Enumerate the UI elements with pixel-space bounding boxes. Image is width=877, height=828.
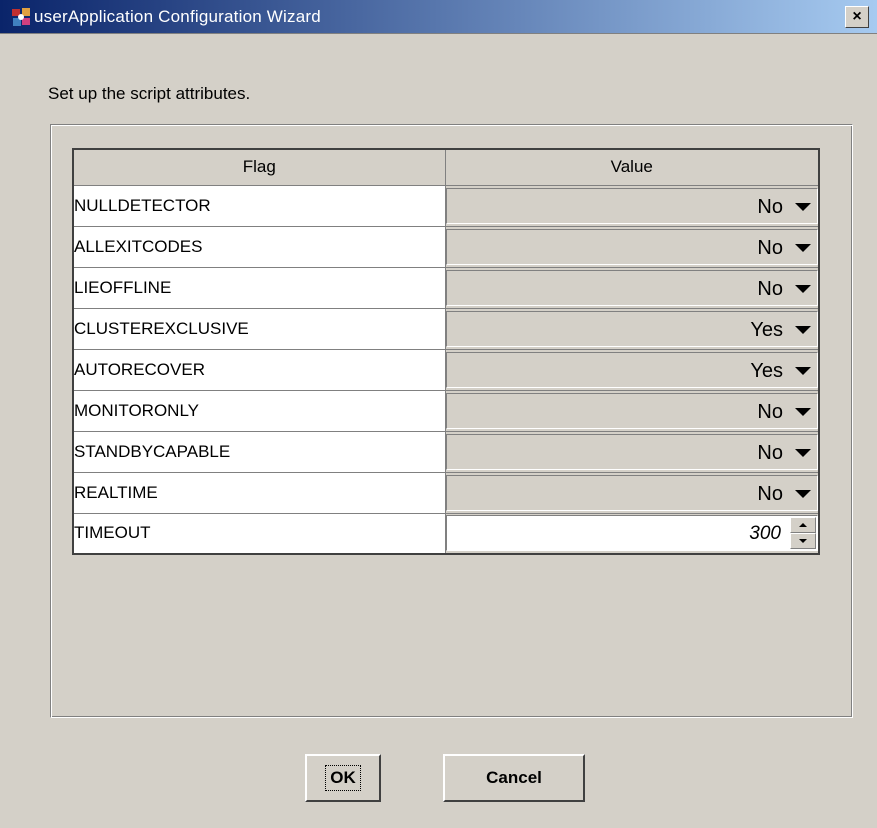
spin-down-icon[interactable] xyxy=(790,533,816,550)
value-cell: No xyxy=(444,471,820,514)
ok-button-label: OK xyxy=(325,765,361,791)
chevron-down-icon[interactable] xyxy=(795,407,811,416)
table-row: LIEOFFLINE No xyxy=(72,266,820,309)
title-bar[interactable]: userApplication Configuration Wizard × xyxy=(0,0,877,34)
value-cell: 300 xyxy=(444,512,820,555)
application-icon xyxy=(12,8,30,26)
dropdown-value: No xyxy=(757,441,783,464)
timeout-spinner[interactable]: 300 xyxy=(445,515,818,552)
dropdown-value: No xyxy=(757,195,783,218)
flag-cell[interactable]: MONITORONLY xyxy=(72,389,446,432)
flag-cell[interactable]: ALLEXITCODES xyxy=(72,225,446,268)
value-cell: No xyxy=(444,225,820,268)
dropdown-value: No xyxy=(757,400,783,423)
chevron-down-icon[interactable] xyxy=(795,325,811,334)
table-row: MONITORONLY No xyxy=(72,389,820,432)
value-dropdown[interactable]: No xyxy=(445,433,818,470)
value-dropdown[interactable]: Yes xyxy=(445,351,818,388)
chevron-down-icon[interactable] xyxy=(795,448,811,457)
value-dropdown[interactable]: No xyxy=(445,187,818,224)
value-dropdown[interactable]: No xyxy=(445,269,818,306)
dropdown-value: No xyxy=(757,236,783,259)
ok-button[interactable]: OK xyxy=(305,754,381,802)
value-cell: No xyxy=(444,430,820,473)
dropdown-value: No xyxy=(757,277,783,300)
window-title: userApplication Configuration Wizard xyxy=(34,7,321,26)
flag-cell[interactable]: AUTORECOVER xyxy=(72,348,446,391)
flag-cell[interactable]: LIEOFFLINE xyxy=(72,266,446,309)
column-header-value[interactable]: Value xyxy=(444,148,820,186)
value-cell: No xyxy=(444,389,820,432)
value-dropdown[interactable]: No xyxy=(445,392,818,429)
chevron-down-icon[interactable] xyxy=(795,489,811,498)
flag-cell[interactable]: STANDBYCAPABLE xyxy=(72,430,446,473)
value-cell: No xyxy=(444,266,820,309)
column-header-flag[interactable]: Flag xyxy=(72,148,446,186)
table-row: STANDBYCAPABLE No xyxy=(72,430,820,473)
dropdown-value: Yes xyxy=(750,318,783,341)
table-row: CLUSTEREXCLUSIVE Yes xyxy=(72,307,820,350)
table-row: NULLDETECTOR No xyxy=(72,184,820,227)
value-dropdown[interactable]: No xyxy=(445,474,818,511)
value-cell: Yes xyxy=(444,307,820,350)
flag-cell[interactable]: REALTIME xyxy=(72,471,446,514)
flag-cell[interactable]: TIMEOUT xyxy=(72,512,446,555)
attributes-table: Flag Value NULLDETECTOR No ALLEXITCODES … xyxy=(72,148,820,555)
table-header-row: Flag Value xyxy=(72,148,820,186)
table-row: TIMEOUT 300 xyxy=(72,512,820,555)
value-cell: Yes xyxy=(444,348,820,391)
chevron-down-icon[interactable] xyxy=(795,202,811,211)
cancel-button-label: Cancel xyxy=(486,768,542,787)
spin-up-icon[interactable] xyxy=(790,517,816,534)
table-row: ALLEXITCODES No xyxy=(72,225,820,268)
value-dropdown[interactable]: Yes xyxy=(445,310,818,347)
value-dropdown[interactable]: No xyxy=(445,228,818,265)
instruction-text: Set up the script attributes. xyxy=(48,84,251,103)
table-row: REALTIME No xyxy=(72,471,820,514)
chevron-down-icon[interactable] xyxy=(795,366,811,375)
dropdown-value: Yes xyxy=(750,359,783,382)
close-button[interactable]: × xyxy=(845,6,869,28)
spinner-value[interactable]: 300 xyxy=(749,523,781,545)
spinner-buttons xyxy=(790,517,816,550)
chevron-down-icon[interactable] xyxy=(795,284,811,293)
dropdown-value: No xyxy=(757,482,783,505)
value-cell: No xyxy=(444,184,820,227)
chevron-down-icon[interactable] xyxy=(795,243,811,252)
table-row: AUTORECOVER Yes xyxy=(72,348,820,391)
cancel-button[interactable]: Cancel xyxy=(443,754,585,802)
flag-cell[interactable]: CLUSTEREXCLUSIVE xyxy=(72,307,446,350)
flag-cell[interactable]: NULLDETECTOR xyxy=(72,184,446,227)
